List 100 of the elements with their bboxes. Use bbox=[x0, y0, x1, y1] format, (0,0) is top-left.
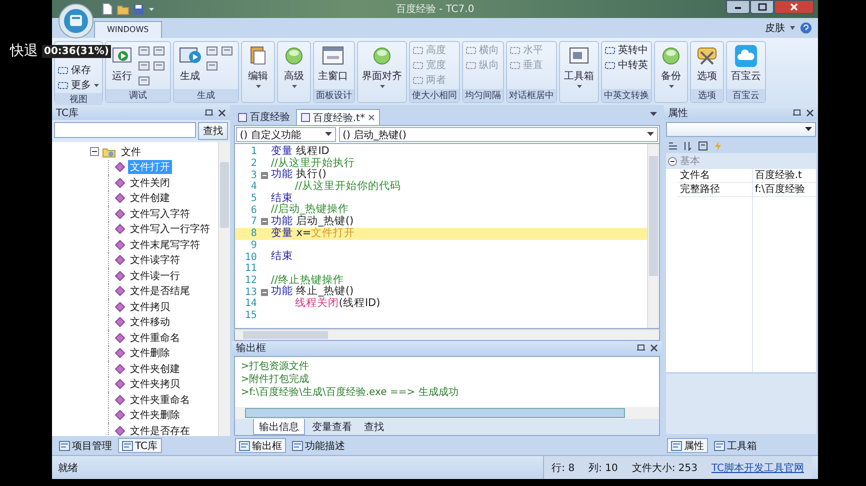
tree-item[interactable]: 文件夹重命名 bbox=[128, 392, 192, 407]
tool-icon[interactable] bbox=[221, 45, 233, 57]
tree-item[interactable]: 文件删除 bbox=[128, 346, 172, 360]
tool-icon[interactable] bbox=[138, 45, 150, 57]
tree-item[interactable]: 文件读字符 bbox=[128, 253, 182, 268]
align-icon bbox=[412, 74, 424, 86]
diamond-icon bbox=[115, 255, 125, 266]
tree-item[interactable]: 文件夹拷贝 bbox=[128, 377, 182, 392]
panel-tab[interactable]: 输出框 bbox=[234, 438, 286, 453]
panel-tab[interactable]: 属性 bbox=[666, 438, 708, 453]
code-line: 功能 执行() bbox=[270, 169, 328, 180]
scrollbar[interactable] bbox=[218, 142, 230, 436]
align-icon bbox=[604, 44, 616, 56]
diamond-icon bbox=[115, 208, 125, 219]
ribbon-button[interactable]: 选项 bbox=[693, 43, 721, 84]
diamond-icon bbox=[115, 364, 125, 374]
output-tab[interactable]: 变量查看 bbox=[306, 419, 357, 435]
line-number: 10 bbox=[244, 252, 258, 263]
tool-icon[interactable] bbox=[153, 45, 165, 57]
close-button[interactable] bbox=[774, 0, 814, 14]
group-label: 百宝云 bbox=[727, 89, 765, 102]
tool-icon[interactable] bbox=[153, 60, 165, 72]
playback-time: 00:36(31%) bbox=[42, 44, 111, 58]
pin-icon bbox=[636, 344, 645, 352]
diamond-icon bbox=[115, 302, 125, 312]
scrollbar[interactable] bbox=[646, 144, 659, 328]
diamond-icon bbox=[115, 286, 125, 296]
property-value[interactable]: f:\百度经验 bbox=[752, 183, 816, 196]
code-line: //启动_热键操作 bbox=[270, 204, 350, 216]
tree-item[interactable]: 文件移动 bbox=[128, 315, 172, 330]
property-category: 基本 bbox=[680, 154, 700, 168]
tree-item[interactable]: 文件拷贝 bbox=[128, 300, 172, 314]
tool-icon[interactable] bbox=[206, 60, 218, 72]
search-field[interactable] bbox=[54, 122, 196, 138]
line-number: 13 bbox=[244, 286, 258, 298]
ribbon-button[interactable]: 更多 bbox=[57, 78, 100, 92]
tab-icon bbox=[59, 440, 70, 450]
group-label: 视图 bbox=[55, 93, 102, 106]
property-value[interactable]: 百度经验.t bbox=[752, 169, 816, 182]
ribbon-button[interactable]: 中转英 bbox=[604, 58, 648, 72]
tree-item[interactable]: 文件创建 bbox=[128, 191, 172, 206]
tab-icon bbox=[238, 440, 250, 450]
align-icon bbox=[465, 60, 477, 70]
tool-icon[interactable] bbox=[138, 60, 150, 72]
tree-item[interactable]: 文件重命名 bbox=[128, 330, 182, 345]
tree-item[interactable]: 文件末尾写字符 bbox=[128, 238, 202, 252]
output-tab[interactable]: 查找 bbox=[358, 419, 389, 435]
document-tab[interactable]: 百度经验.t* bbox=[296, 109, 380, 125]
scope-dropdown[interactable]: () 自定义功能 bbox=[236, 127, 336, 142]
output-line: >f:\百度经验\生成\百度经验.exe ==> 生成成功 bbox=[240, 386, 460, 399]
ribbon-button[interactable]: 百宝云 bbox=[729, 43, 763, 84]
document-tab[interactable]: 百度经验 bbox=[234, 109, 294, 125]
website-link[interactable]: TC脚本开发工具官网 bbox=[711, 460, 804, 474]
line-number: 7 bbox=[250, 216, 258, 228]
ribbon-button[interactable]: 保存 bbox=[57, 63, 100, 77]
categorized-icon[interactable] bbox=[668, 141, 678, 151]
ribbon-button[interactable]: 主窗口 bbox=[316, 43, 350, 84]
function-dropdown[interactable]: () 启动_热键() bbox=[338, 127, 658, 142]
tree-item[interactable]: 文件 bbox=[119, 144, 143, 159]
tree-item[interactable]: 文件读一行 bbox=[128, 268, 182, 283]
dropdown-icon bbox=[650, 112, 657, 117]
panel-tab[interactable]: 功能描述 bbox=[288, 438, 349, 453]
pages-icon[interactable] bbox=[698, 141, 708, 151]
scrollbar[interactable] bbox=[234, 328, 660, 341]
tab-icon bbox=[714, 440, 725, 450]
sort-icon[interactable] bbox=[682, 141, 693, 151]
search-button[interactable]: 查找 bbox=[198, 122, 228, 140]
output-line: >附件打包完成 bbox=[240, 372, 310, 386]
tree-item[interactable]: 文件写入一行字符 bbox=[128, 222, 212, 236]
tree-item[interactable]: 文件关闭 bbox=[128, 176, 172, 190]
line-number: 15 bbox=[244, 310, 258, 321]
diamond-icon bbox=[115, 426, 125, 436]
ribbon-button[interactable]: 英转中 bbox=[604, 43, 648, 57]
ribbon-button[interactable]: 运行 bbox=[108, 43, 136, 84]
tool-icon[interactable] bbox=[206, 45, 218, 57]
close-icon bbox=[806, 108, 814, 116]
maximize-button[interactable] bbox=[750, 0, 774, 14]
document-icon bbox=[102, 3, 113, 15]
panel-tab[interactable]: 项目管理 bbox=[55, 438, 116, 453]
panel-tab[interactable]: 工具箱 bbox=[710, 438, 761, 453]
tool-icon[interactable] bbox=[138, 75, 150, 87]
skin-menu[interactable]: 皮肤 bbox=[765, 21, 785, 35]
panel-tab[interactable]: TC库 bbox=[118, 438, 162, 453]
group-label: 使大小相同 bbox=[410, 89, 459, 102]
ribbon-button[interactable]: 生成 bbox=[176, 43, 204, 84]
scrollbar[interactable] bbox=[234, 407, 659, 419]
align-icon bbox=[604, 60, 616, 70]
tree-item[interactable]: 文件夹创建 bbox=[128, 362, 182, 376]
tree-item[interactable]: 文件是否存在 bbox=[128, 424, 192, 436]
minimize-button[interactable] bbox=[726, 0, 750, 14]
tree-item[interactable]: 文件是否结尾 bbox=[128, 284, 192, 298]
pin-icon bbox=[793, 108, 801, 116]
ribbon-tab[interactable]: WINDOWS bbox=[94, 21, 162, 38]
caret-icon bbox=[646, 132, 654, 137]
tree-item[interactable]: 文件夹删除 bbox=[128, 408, 182, 422]
tree-item[interactable]: 文件写入字符 bbox=[128, 206, 192, 221]
cursor-row-text: 行: 8 bbox=[552, 462, 575, 474]
align-icon bbox=[465, 44, 477, 56]
output-tab[interactable]: 输出信息 bbox=[252, 419, 305, 435]
property-name: 文件名 bbox=[678, 169, 711, 182]
